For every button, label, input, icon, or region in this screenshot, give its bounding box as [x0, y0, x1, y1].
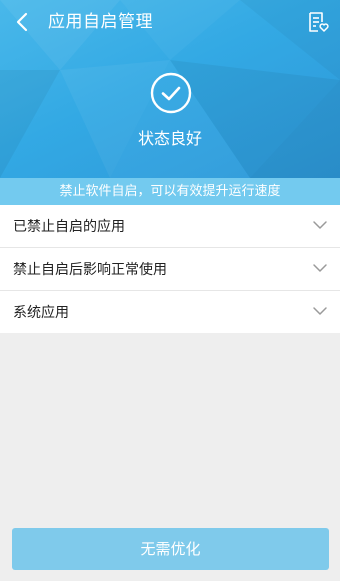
section-label: 系统应用	[13, 305, 69, 321]
status-text: 状态良好	[137, 129, 202, 148]
back-button[interactable]	[8, 8, 36, 36]
page-title: 应用自启管理	[48, 12, 153, 32]
document-heart-icon	[309, 12, 329, 32]
status-hero: 应用自启管理 状态良好	[0, 0, 340, 178]
section-disabled-apps[interactable]: 已禁止自启的应用	[0, 205, 340, 248]
hint-banner: 禁止软件自启，可以有效提升运行速度	[0, 178, 340, 205]
back-chevron-icon	[16, 12, 28, 32]
chevron-down-icon	[313, 307, 327, 315]
check-circle-icon	[150, 72, 192, 114]
section-label: 禁止自启后影响正常使用	[13, 262, 167, 278]
top-bar: 应用自启管理	[0, 0, 340, 44]
chevron-down-icon	[313, 221, 327, 229]
records-button[interactable]	[304, 8, 332, 36]
chevron-down-icon	[313, 264, 327, 272]
section-affects-usage[interactable]: 禁止自启后影响正常使用	[0, 248, 340, 291]
no-optimization-needed-button[interactable]: 无需优化	[12, 528, 329, 570]
section-system-apps[interactable]: 系统应用	[0, 291, 340, 333]
app-category-list: 已禁止自启的应用 禁止自启后影响正常使用 系统应用	[0, 205, 340, 333]
section-label: 已禁止自启的应用	[13, 219, 125, 235]
